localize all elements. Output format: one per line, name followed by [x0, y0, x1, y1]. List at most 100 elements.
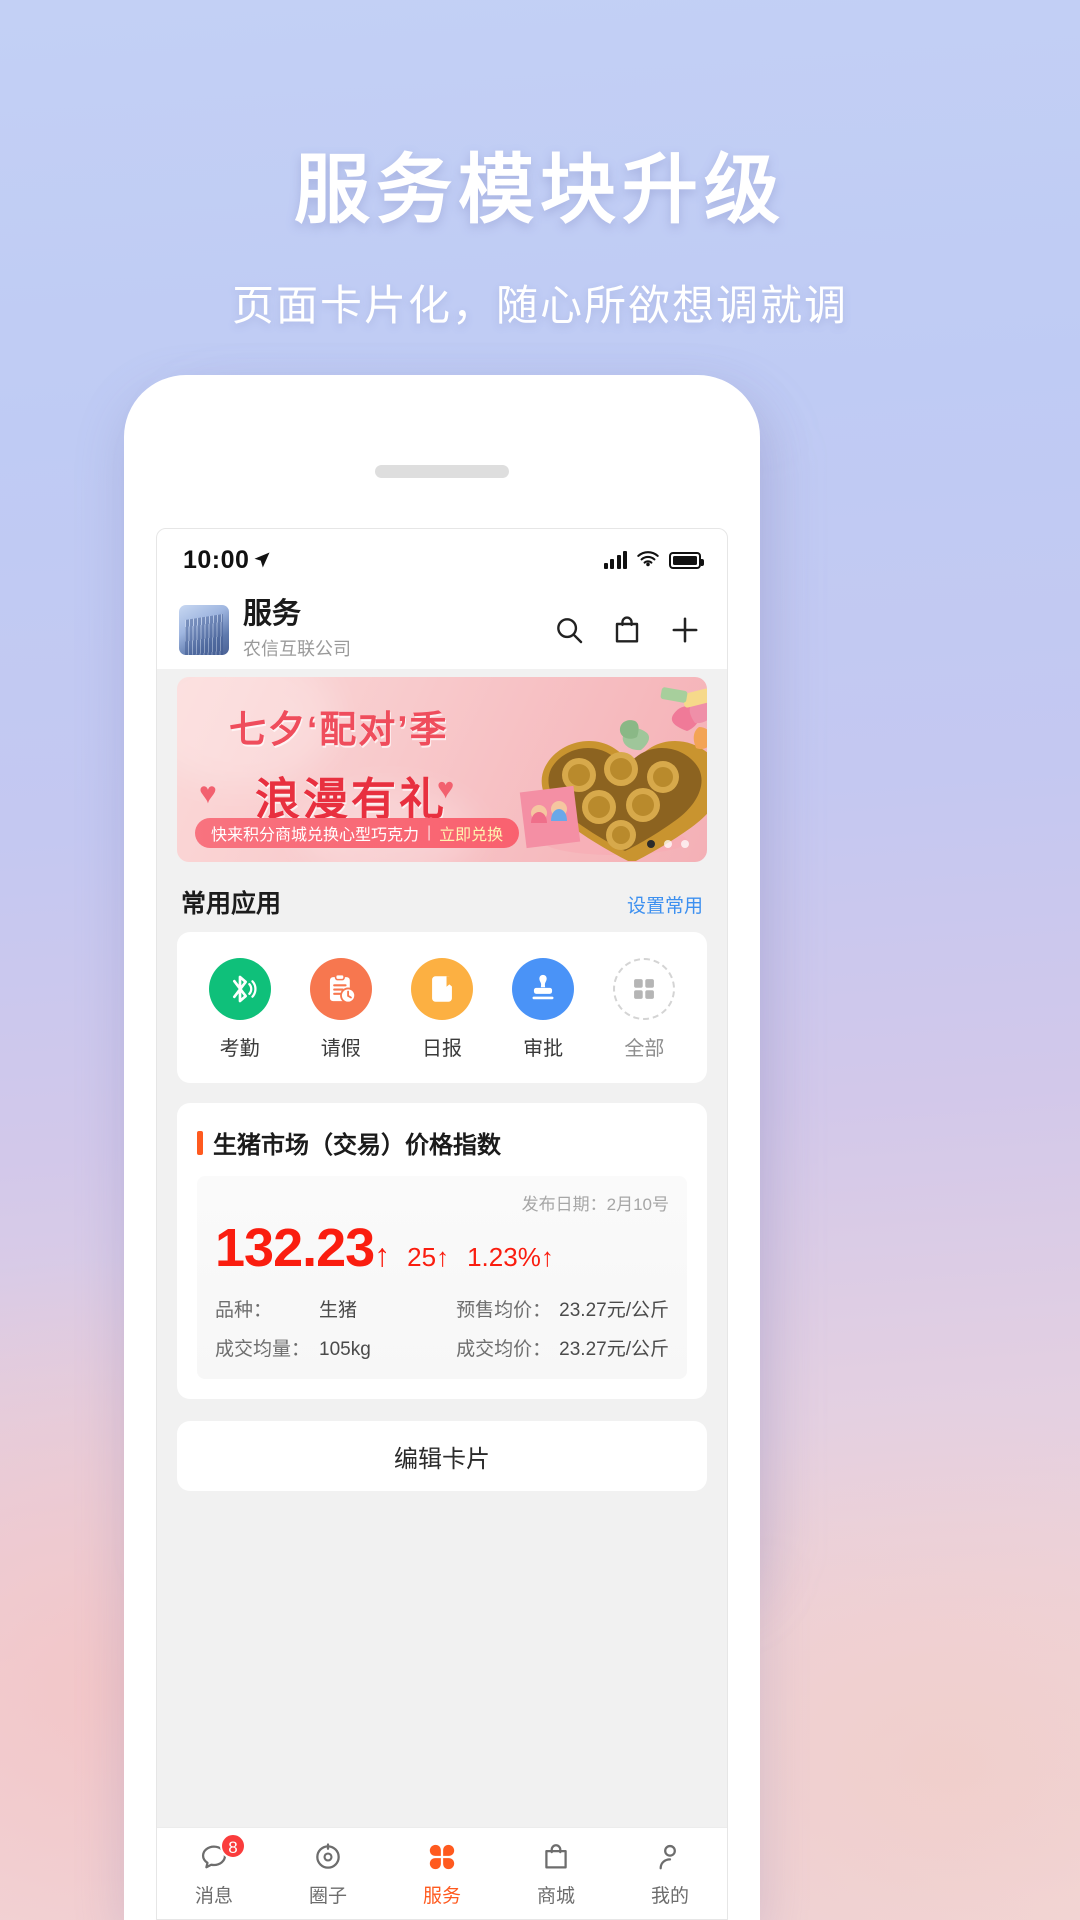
tab-messages[interactable]: 8 消息	[157, 1833, 271, 1908]
detail-avg-price: 成交均价： 23.27元/公斤	[447, 1334, 669, 1361]
tab-label: 我的	[650, 1886, 689, 1907]
book-icon	[410, 958, 473, 1020]
detail-avg-weight: 成交均量： 105kg	[215, 1334, 437, 1361]
app-company-name: 农信互联公司	[243, 638, 351, 659]
detail-value: 生猪	[319, 1300, 358, 1321]
tab-services[interactable]: 服务	[385, 1839, 499, 1908]
detail-key: 成交均量：	[215, 1339, 311, 1360]
tab-label: 消息	[194, 1886, 233, 1907]
status-time: 10:00	[183, 545, 250, 574]
app-item-all[interactable]: 全部	[598, 958, 690, 1061]
app-title: 服务	[243, 598, 302, 631]
phone-mockup: 10:00 服务 农信互联公司 七夕‘配对’季 浪漫有礼 ♥ ♥ 快来积分商城兑…	[124, 375, 760, 1920]
phone-speaker	[375, 465, 509, 478]
carousel-dot[interactable]	[664, 840, 672, 848]
detail-key: 品种：	[215, 1300, 273, 1321]
shopping-bag-icon[interactable]	[611, 614, 643, 646]
index-percent: 1.23%↑	[467, 1242, 554, 1273]
banner-cta-pill[interactable]: 快来积分商城兑换心型巧克力 | 立即兑换	[195, 818, 520, 848]
status-bar-right	[603, 551, 704, 569]
person-icon	[613, 1839, 727, 1875]
wifi-icon	[637, 551, 659, 567]
status-bar: 10:00	[157, 529, 727, 591]
index-delta: 25↑	[407, 1242, 449, 1273]
app-label: 请假	[320, 1038, 361, 1060]
circle-refresh-icon	[271, 1839, 385, 1875]
hero-section: 服务模块升级 页面卡片化，随心所欲想调就调	[0, 0, 1080, 333]
heart-icon: ♥	[437, 773, 455, 805]
index-percent-arrow: ↑	[540, 1242, 554, 1272]
detail-key: 预售均价：	[456, 1300, 552, 1321]
publish-date: 发布日期：2月10号	[215, 1190, 669, 1215]
app-label: 日报	[421, 1038, 462, 1060]
status-bar-left: 10:00	[183, 546, 272, 575]
banner-text-group: 七夕‘配对’季 浪漫有礼	[229, 699, 449, 828]
detail-value: 105kg	[319, 1339, 371, 1360]
index-card-title: 生猪市场（交易）价格指数	[213, 1132, 501, 1159]
tab-label: 圈子	[308, 1886, 347, 1907]
clover-grid-icon	[385, 1839, 499, 1875]
set-common-apps-link[interactable]: 设置常用	[627, 891, 703, 918]
detail-key: 成交均价：	[456, 1339, 552, 1360]
detail-variety: 品种： 生猪	[215, 1295, 437, 1322]
index-delta-number: 25	[407, 1242, 437, 1272]
tab-label: 服务	[422, 1886, 461, 1907]
banner-cta-link[interactable]: 立即兑换	[439, 821, 503, 845]
common-apps-card: 考勤 请假 日报 审批 全部	[177, 932, 707, 1083]
common-apps-grid: 考勤 请假 日报 审批 全部	[177, 932, 707, 1083]
index-value-arrow: ↑	[374, 1237, 390, 1273]
tab-mall[interactable]: 商城	[499, 1839, 613, 1908]
bottom-tab-bar: 8 消息 圈子 服务 商城 我的	[157, 1827, 727, 1919]
cellular-signal-icon	[603, 551, 627, 569]
index-card-body: 发布日期：2月10号 132.23↑ 25↑ 1.23%↑ 品种： 生猪 预售均…	[197, 1176, 687, 1379]
detail-value: 23.27元/公斤	[559, 1339, 669, 1360]
index-value-number: 132.23	[215, 1218, 375, 1278]
app-label: 考勤	[219, 1038, 260, 1060]
carousel-dots[interactable]	[647, 840, 689, 848]
stamp-icon	[512, 958, 575, 1020]
banner-carousel[interactable]: 七夕‘配对’季 浪漫有礼 ♥ ♥ ♥ ♥	[157, 669, 727, 862]
detail-presale-price: 预售均价： 23.27元/公斤	[447, 1295, 669, 1322]
carousel-dot[interactable]	[681, 840, 689, 848]
battery-full-icon	[669, 551, 704, 569]
promo-banner[interactable]: 七夕‘配对’季 浪漫有礼 ♥ ♥ ♥ ♥	[177, 677, 707, 862]
chat-bubble-icon: 8	[157, 1833, 271, 1875]
index-detail-grid: 品种： 生猪 预售均价： 23.27元/公斤 成交均量： 105kg 成交均价：…	[215, 1295, 669, 1361]
app-label: 审批	[523, 1038, 564, 1060]
phone-screen: 10:00 服务 农信互联公司 七夕‘配对’季 浪漫有礼 ♥ ♥ 快来积分商城兑…	[156, 528, 728, 1920]
page-subtitle: 页面卡片化，随心所欲想调就调	[231, 282, 848, 329]
banner-cta-text: 快来积分商城兑换心型巧克力	[211, 827, 420, 844]
banner-headline-1: 七夕‘配对’季	[229, 709, 449, 750]
plus-icon[interactable]	[669, 614, 701, 646]
page-title: 服务模块升级	[294, 148, 786, 233]
heart-icon: ♥	[199, 777, 217, 810]
app-header: 服务 农信互联公司	[157, 591, 727, 669]
tab-circles[interactable]: 圈子	[271, 1839, 385, 1908]
tab-profile[interactable]: 我的	[613, 1839, 727, 1908]
location-arrow-icon	[254, 552, 270, 568]
search-icon[interactable]	[553, 614, 585, 646]
clipboard-clock-icon	[309, 958, 372, 1020]
pig-price-index-card: 生猪市场（交易）价格指数 发布日期：2月10号 132.23↑ 25↑ 1.23…	[177, 1103, 707, 1399]
index-values-row: 132.23↑ 25↑ 1.23%↑	[215, 1221, 669, 1275]
app-item-leave[interactable]: 请假	[295, 958, 387, 1061]
publish-date-label: 发布日期：	[521, 1195, 607, 1214]
app-item-attendance[interactable]: 考勤	[194, 958, 286, 1061]
app-header-actions	[553, 614, 705, 646]
app-item-daily-report[interactable]: 日报	[396, 958, 488, 1061]
banner-cta-separator: |	[427, 824, 432, 841]
publish-date-value: 2月10号	[606, 1195, 669, 1214]
index-delta-arrow: ↑	[436, 1242, 450, 1272]
app-item-approval[interactable]: 审批	[497, 958, 589, 1061]
index-percent-number: 1.23%	[467, 1242, 541, 1272]
index-card-header: 生猪市场（交易）价格指数	[197, 1125, 687, 1160]
app-label: 全部	[624, 1038, 665, 1060]
carousel-dot-active[interactable]	[647, 840, 655, 848]
shopping-bag-icon	[499, 1839, 613, 1875]
common-apps-header: 常用应用 设置常用	[157, 862, 727, 932]
message-badge: 8	[220, 1833, 246, 1859]
grid-all-icon	[613, 958, 676, 1020]
edit-card-button[interactable]: 编辑卡片	[177, 1421, 707, 1491]
tab-label: 商城	[536, 1886, 575, 1907]
accent-bar	[197, 1130, 203, 1155]
